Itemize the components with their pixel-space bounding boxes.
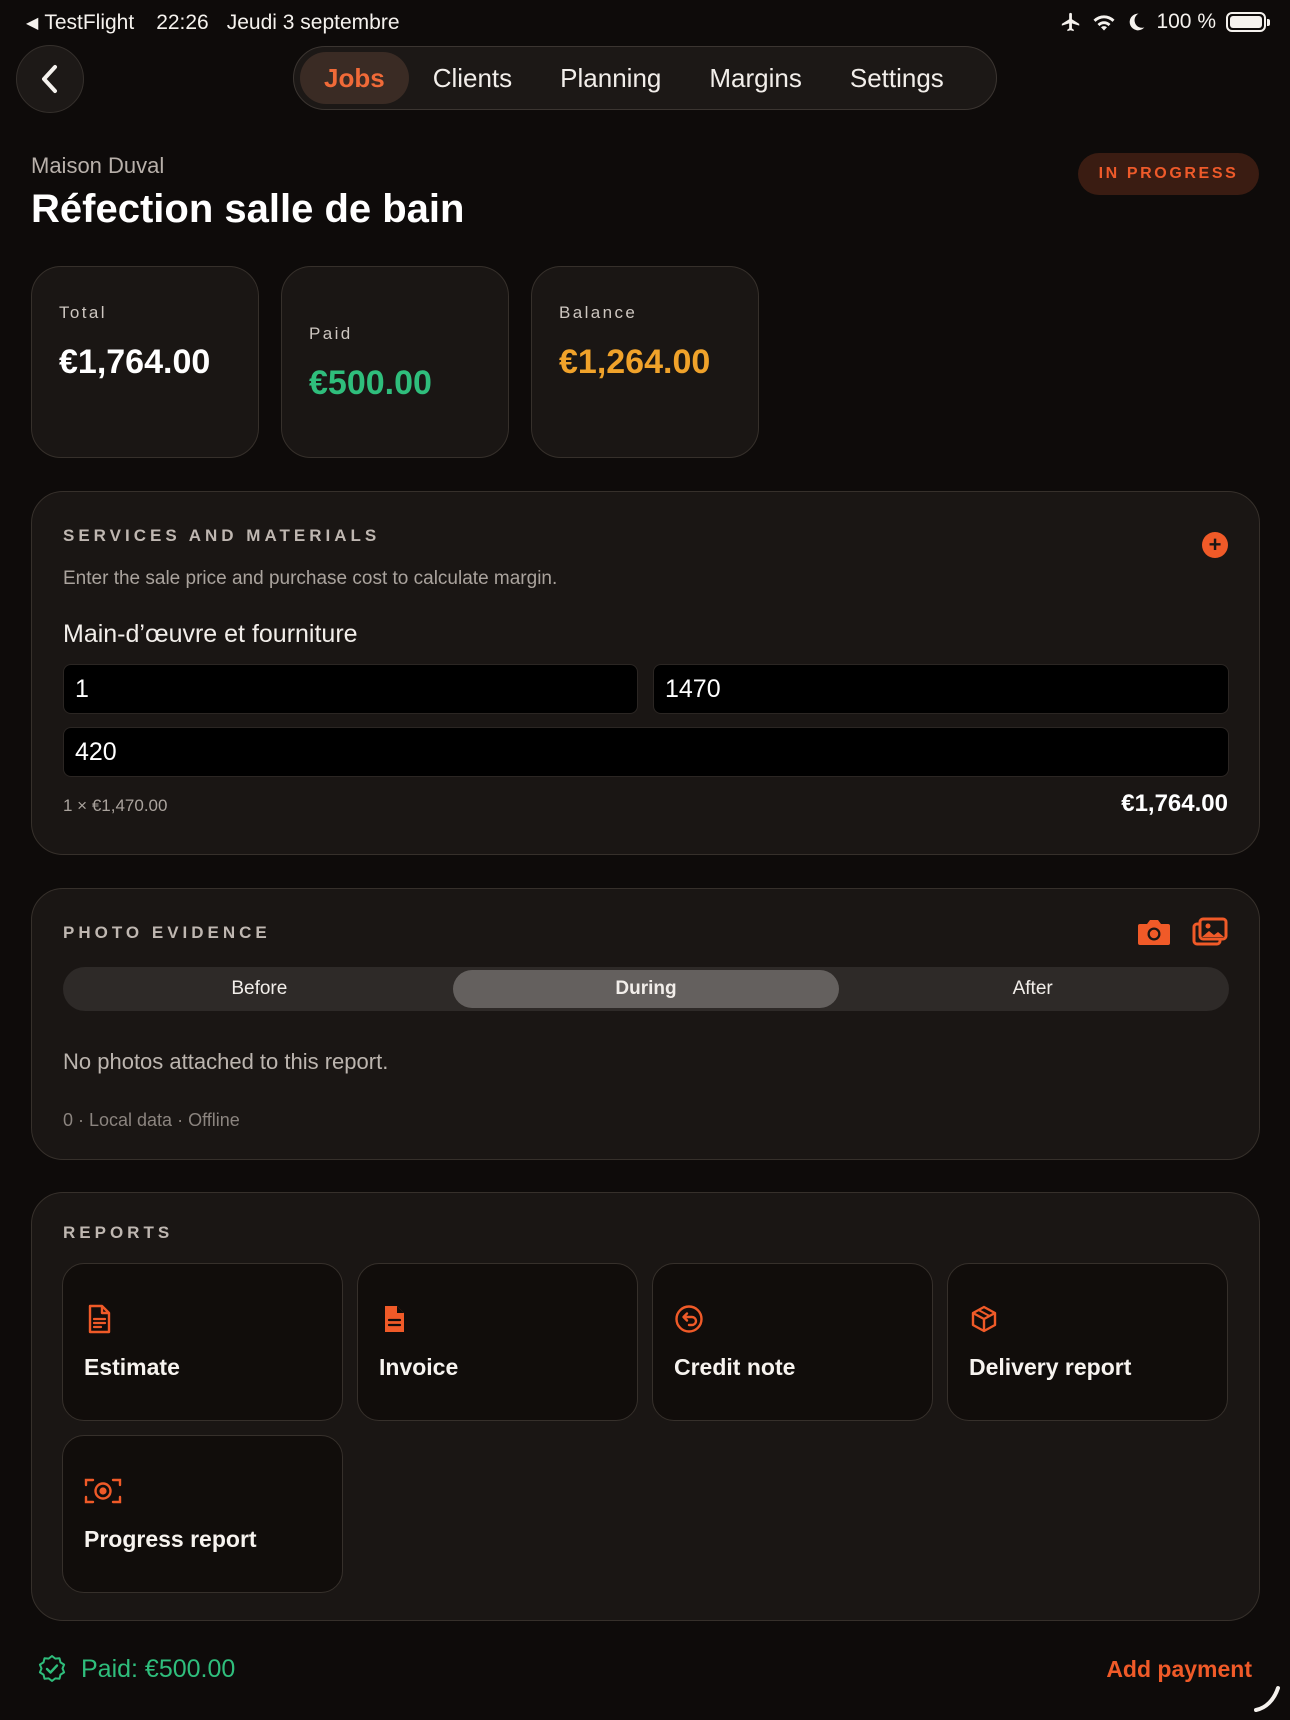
reports-section: REPORTS Estimate Invoice Credit note Del… (31, 1192, 1260, 1621)
services-title: SERVICES AND MATERIALS (63, 526, 381, 545)
moon-icon (1130, 13, 1145, 31)
chevron-left-icon (42, 65, 57, 93)
services-hint: Enter the sale price and purchase cost t… (63, 568, 558, 589)
status-time: 22:26 (156, 11, 209, 34)
total-value: €1,764.00 (59, 343, 211, 381)
purchase-cost-field[interactable]: 420 (63, 727, 1229, 777)
add-payment-button[interactable]: Add payment (1106, 1656, 1252, 1683)
segment-before[interactable]: Before (66, 970, 453, 1008)
status-badge: IN PROGRESS (1078, 153, 1259, 195)
photo-evidence-title: PHOTO EVIDENCE (63, 923, 271, 942)
battery-icon (1226, 12, 1270, 32)
tab-planning[interactable]: Planning (536, 52, 685, 104)
paid-value: €500.00 (309, 364, 432, 402)
photo-actions (1136, 917, 1228, 947)
services-section: SERVICES AND MATERIALS + Enter the sale … (31, 491, 1260, 855)
total-card: Total €1,764.00 (31, 266, 259, 458)
target-scan-icon (84, 1478, 122, 1504)
photo-evidence-section: PHOTO EVIDENCE Before During After No ph… (31, 888, 1260, 1160)
back-to-app-icon[interactable]: ◀ (26, 13, 38, 33)
main-tab-bar: Jobs Clients Planning Margins Settings (293, 46, 997, 110)
resize-handle-icon[interactable] (1252, 1684, 1282, 1714)
report-estimate-label: Estimate (84, 1354, 180, 1380)
total-label: Total (59, 303, 107, 322)
status-app-name[interactable]: TestFlight (44, 11, 134, 35)
quantity-field[interactable]: 1 (63, 664, 638, 714)
invoice-icon (385, 1306, 404, 1332)
report-estimate[interactable]: Estimate (62, 1263, 343, 1421)
paid-summary: Paid: €500.00 (37, 1654, 235, 1684)
segment-during[interactable]: During (452, 970, 840, 1008)
report-delivery-label: Delivery report (969, 1354, 1132, 1380)
add-line-button[interactable]: + (1202, 532, 1228, 558)
status-bar-left: ◀ TestFlight 22:26 Jeudi 3 septembre (26, 11, 400, 35)
client-name[interactable]: Maison Duval (31, 153, 164, 179)
undo-circle-icon (675, 1305, 703, 1333)
balance-label: Balance (559, 303, 638, 322)
report-credit-note[interactable]: Credit note (652, 1263, 933, 1421)
tab-settings[interactable]: Settings (826, 52, 968, 104)
line-calculation: 1 × €1,470.00 (63, 796, 168, 815)
paid-label: Paid (309, 324, 353, 343)
line-total: €1,764.00 (1121, 790, 1228, 817)
battery-percent: 100 % (1156, 10, 1216, 33)
photo-library-icon[interactable] (1192, 917, 1228, 947)
photos-sync-status: 0 · Local data · Offline (63, 1110, 240, 1130)
sale-price-field[interactable]: 1470 (653, 664, 1229, 714)
package-icon (971, 1305, 997, 1333)
status-date: Jeudi 3 septembre (226, 11, 400, 34)
wifi-icon (1093, 15, 1115, 31)
reports-title: REPORTS (63, 1223, 174, 1242)
report-delivery[interactable]: Delivery report (947, 1263, 1228, 1421)
tab-jobs[interactable]: Jobs (300, 52, 409, 104)
tab-margins[interactable]: Margins (685, 52, 825, 104)
airplane-mode-icon (1062, 12, 1080, 32)
report-invoice-label: Invoice (379, 1354, 459, 1380)
report-progress-label: Progress report (84, 1526, 257, 1552)
report-progress[interactable]: Progress report (62, 1435, 343, 1593)
report-invoice[interactable]: Invoice (357, 1263, 638, 1421)
verified-badge-icon (38, 1655, 66, 1682)
photos-empty-message: No photos attached to this report. (63, 1049, 389, 1074)
plus-icon: + (1208, 532, 1222, 557)
status-bar-right: 100 % (1060, 10, 1270, 34)
paid-card: Paid €500.00 (281, 266, 509, 458)
photo-phase-selector: Before During After (63, 967, 1229, 1011)
status-bar: ◀ TestFlight 22:26 Jeudi 3 septembre 100… (0, 0, 1290, 46)
paid-summary-text: Paid: €500.00 (81, 1654, 236, 1683)
tab-clients[interactable]: Clients (409, 52, 536, 104)
balance-card: Balance €1,264.00 (531, 266, 759, 458)
balance-value: €1,264.00 (559, 343, 711, 381)
line-item-name[interactable]: Main-d’œuvre et fourniture (63, 620, 358, 649)
camera-icon[interactable] (1136, 917, 1172, 947)
report-credit-note-label: Credit note (674, 1354, 796, 1380)
segment-after[interactable]: After (839, 970, 1226, 1008)
page-title: Réfection salle de bain (31, 187, 465, 231)
back-button[interactable] (16, 45, 84, 113)
document-lines-icon (88, 1304, 111, 1334)
